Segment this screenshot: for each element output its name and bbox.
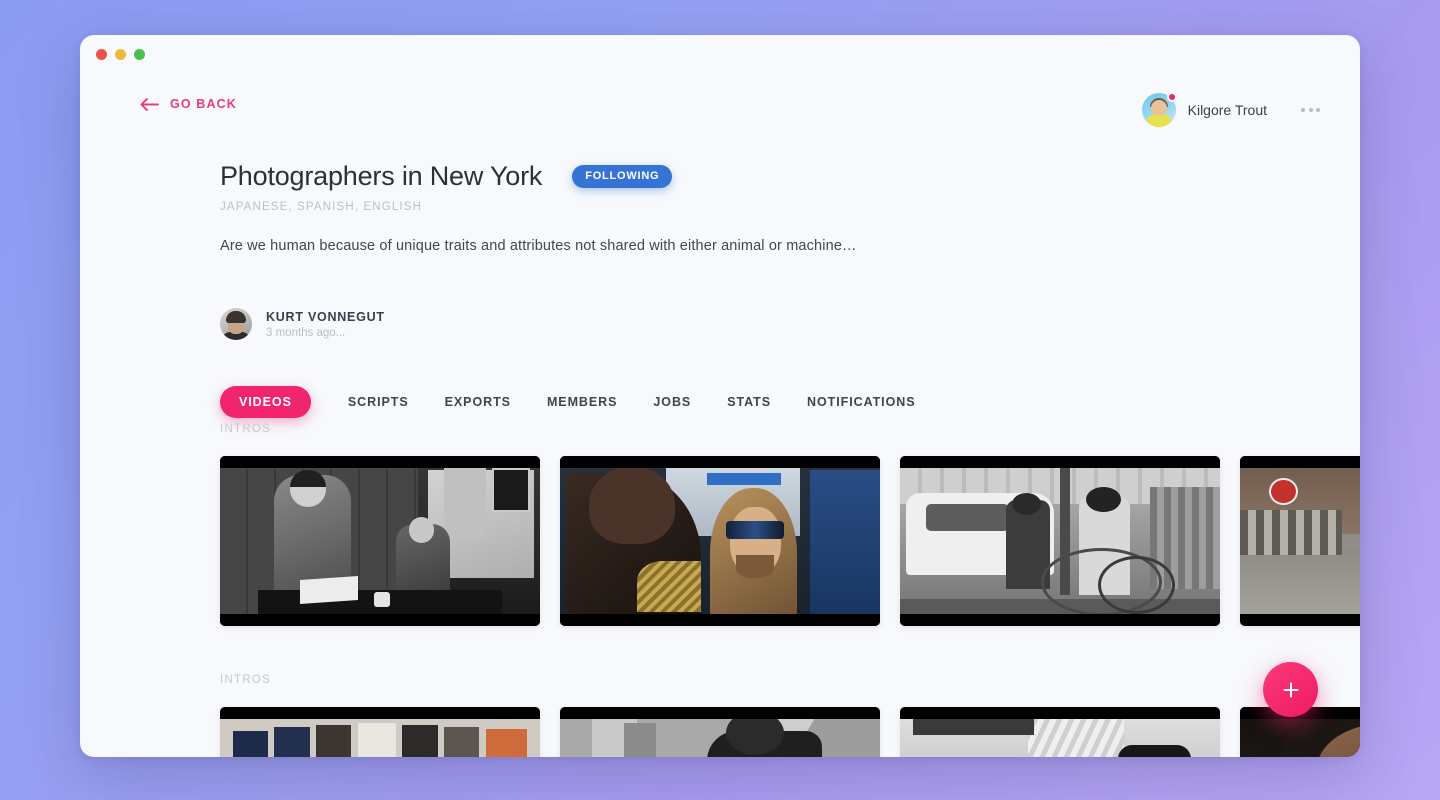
tab-members[interactable]: MEMBERS bbox=[529, 395, 635, 409]
video-card[interactable] bbox=[900, 707, 1220, 757]
video-card[interactable] bbox=[900, 456, 1220, 626]
tab-videos[interactable]: VIDEOS bbox=[220, 386, 311, 418]
minimize-button[interactable] bbox=[115, 49, 126, 60]
top-bar: GO BACK Kilgore Trout bbox=[140, 92, 1320, 137]
video-card[interactable] bbox=[560, 456, 880, 626]
title-row: Photographers in New York FOLLOWING bbox=[220, 161, 1320, 192]
tab-notifications[interactable]: NOTIFICATIONS bbox=[789, 395, 933, 409]
app-window: GO BACK Kilgore Trout Photographers in N… bbox=[80, 35, 1360, 757]
window-controls bbox=[96, 49, 145, 60]
user-menu[interactable]: Kilgore Trout bbox=[1141, 92, 1320, 127]
video-thumbnail bbox=[560, 456, 880, 626]
arrow-left-icon bbox=[140, 97, 159, 111]
following-badge[interactable]: FOLLOWING bbox=[572, 165, 673, 188]
author-name: KURT VONNEGUT bbox=[266, 309, 385, 324]
video-card[interactable] bbox=[560, 707, 880, 757]
tab-scripts[interactable]: SCRIPTS bbox=[330, 395, 427, 409]
tab-exports[interactable]: EXPORTS bbox=[427, 395, 529, 409]
page-title: Photographers in New York bbox=[220, 161, 543, 191]
video-thumbnail bbox=[1240, 456, 1360, 626]
video-row-1 bbox=[220, 456, 1360, 626]
tab-stats[interactable]: STATS bbox=[709, 395, 789, 409]
video-card[interactable] bbox=[220, 707, 540, 757]
app-content: GO BACK Kilgore Trout Photographers in N… bbox=[80, 75, 1360, 757]
author-timestamp: 3 months ago... bbox=[266, 326, 346, 339]
window-titlebar bbox=[80, 35, 1360, 75]
video-thumbnail bbox=[220, 456, 540, 626]
close-button[interactable] bbox=[96, 49, 107, 60]
video-card[interactable] bbox=[1240, 456, 1360, 626]
video-thumbnail bbox=[900, 456, 1220, 626]
video-card[interactable] bbox=[220, 456, 540, 626]
section-label-2: INTROS bbox=[220, 674, 272, 686]
go-back-button[interactable]: GO BACK bbox=[140, 97, 237, 111]
go-back-label: GO BACK bbox=[170, 97, 237, 111]
notification-dot bbox=[1166, 92, 1177, 102]
description-text: Are we human because of unique traits an… bbox=[220, 238, 857, 254]
author-avatar bbox=[220, 308, 252, 340]
author-block[interactable]: KURT VONNEGUT 3 months ago... bbox=[220, 308, 385, 340]
video-row-2 bbox=[220, 707, 1360, 757]
page-header: Photographers in New York FOLLOWING JAPA… bbox=[220, 161, 1320, 254]
more-horizontal-icon[interactable] bbox=[1301, 108, 1320, 112]
tab-bar: VIDEOS SCRIPTS EXPORTS MEMBERS JOBS STAT… bbox=[220, 386, 934, 418]
add-button[interactable]: + bbox=[1263, 662, 1318, 717]
section-label-1: INTROS bbox=[220, 423, 272, 435]
languages-label: JAPANESE, SPANISH, ENGLISH bbox=[220, 201, 423, 213]
user-name: Kilgore Trout bbox=[1187, 102, 1267, 118]
tab-jobs[interactable]: JOBS bbox=[635, 395, 709, 409]
avatar[interactable] bbox=[1141, 92, 1177, 127]
maximize-button[interactable] bbox=[134, 49, 145, 60]
